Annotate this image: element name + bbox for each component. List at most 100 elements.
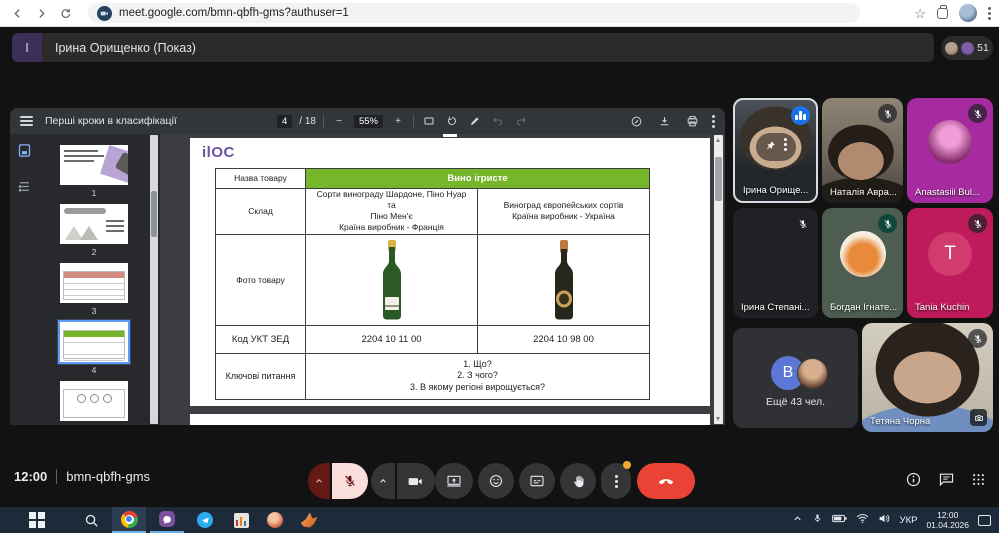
action-center-icon[interactable] <box>978 515 991 526</box>
taskbar-app-fox[interactable] <box>292 507 326 533</box>
pdf-scrollbar[interactable] <box>714 135 723 424</box>
round-app-icon <box>267 512 283 528</box>
undo-icon[interactable] <box>490 113 506 129</box>
start-button[interactable] <box>20 507 54 533</box>
draw-icon[interactable] <box>628 113 644 129</box>
camera-split-button[interactable] <box>371 463 435 499</box>
pdf-thumbnail-1[interactable] <box>60 145 128 185</box>
overflow-participants-tile[interactable]: B Ещё 43 чел. <box>733 328 858 428</box>
table-label: Фото товару <box>216 235 306 325</box>
activities-grid-icon[interactable] <box>968 469 988 489</box>
outline-view-icon[interactable] <box>17 179 32 199</box>
rotate-icon[interactable] <box>444 113 460 129</box>
raise-hand-button[interactable] <box>560 463 596 499</box>
more-options-button[interactable] <box>601 463 631 499</box>
camera-options-chevron[interactable] <box>371 463 395 499</box>
tray-battery-icon[interactable] <box>832 511 847 529</box>
pdf-page-controls: 4 / 18 − 55% + <box>277 108 529 134</box>
browser-profile-avatar[interactable] <box>959 4 977 22</box>
tray-wifi-icon[interactable] <box>856 511 869 529</box>
taskbar-search[interactable] <box>74 507 108 533</box>
pdf-menu-icon[interactable] <box>20 116 33 126</box>
camera-toggle-button[interactable] <box>397 463 435 499</box>
end-call-button[interactable] <box>637 463 695 499</box>
mic-split-button[interactable] <box>308 463 368 499</box>
address-bar[interactable]: meet.google.com/bmn-qbfh-gms?authuser=1 <box>88 3 860 23</box>
participant-tile[interactable]: Наталія Авра... <box>822 98 903 203</box>
mic-options-chevron[interactable] <box>308 463 330 499</box>
forward-icon[interactable] <box>32 4 50 22</box>
page-number-input[interactable]: 4 <box>277 115 292 128</box>
taskbar-clock[interactable]: 12:00 01.04.2026 <box>926 510 969 530</box>
reactions-button[interactable] <box>478 463 514 499</box>
taskbar-chrome[interactable] <box>112 507 146 533</box>
meeting-time: 12:00 <box>14 469 47 484</box>
presenter-name: Ірина Орищенко (Показ) <box>55 41 196 55</box>
browser-menu-icon[interactable] <box>988 7 991 20</box>
meeting-details-icon[interactable] <box>903 469 923 489</box>
viber-icon <box>159 511 175 527</box>
reload-icon[interactable] <box>56 4 74 22</box>
chat-icon[interactable] <box>936 469 956 489</box>
sidebar-scrollbar[interactable] <box>150 135 158 424</box>
participant-tile[interactable]: Богдан Ігнате... <box>822 208 903 318</box>
presentation-slide: ilOC Назва товару Вино ігристе Склад Сор… <box>190 138 710 406</box>
browser-actions: ☆ <box>914 4 991 22</box>
ukt-zed-code: 2204 10 11 00 <box>306 326 478 353</box>
thumbnails-view-icon[interactable] <box>17 143 32 163</box>
table-label: Назва товару <box>216 169 306 188</box>
participants-count-button[interactable]: 51 <box>941 36 993 60</box>
print-icon[interactable] <box>684 113 700 129</box>
pdf-page-view: ilOC Назва товару Вино ігристе Склад Сор… <box>160 134 725 425</box>
zoom-level[interactable]: 55% <box>354 115 383 128</box>
key-questions: 1. Що? 2. З чого? 3. В якому регіоні вир… <box>306 354 649 400</box>
pdf-thumbnail-3[interactable] <box>60 263 128 303</box>
taskbar-viber[interactable] <box>150 507 184 533</box>
participant-tile[interactable]: Anastasiii Bul... <box>907 98 993 203</box>
pdf-thumbnail-2[interactable] <box>60 204 128 244</box>
participant-tile[interactable]: Ірина Орище... <box>733 98 818 203</box>
zoom-out-button[interactable]: − <box>331 113 347 129</box>
mic-toggle-button-muted[interactable] <box>332 463 368 499</box>
extensions-icon[interactable] <box>937 8 948 19</box>
annotate-pen-icon[interactable] <box>467 113 483 129</box>
fit-page-icon[interactable] <box>421 113 437 129</box>
zoom-in-button[interactable]: + <box>390 113 406 129</box>
tab-camera-indicator-icon <box>97 6 112 21</box>
tray-chevron-icon[interactable] <box>792 511 803 529</box>
tile-more-button[interactable] <box>784 138 787 156</box>
url-text: meet.google.com/bmn-qbfh-gms?authuser=1 <box>119 7 349 19</box>
captions-button[interactable] <box>519 463 555 499</box>
download-icon[interactable] <box>656 113 672 129</box>
tray-volume-icon[interactable] <box>878 511 891 529</box>
participant-tile[interactable]: Ірина Степані... <box>733 208 818 318</box>
tray-mic-icon[interactable] <box>812 511 823 529</box>
mic-off-icon <box>968 104 987 123</box>
pdf-thumbnail-4-selected[interactable] <box>60 322 128 362</box>
chrome-icon <box>121 511 138 528</box>
camera-switch-icon[interactable] <box>970 409 987 426</box>
back-icon[interactable] <box>8 4 26 22</box>
taskbar-telegram[interactable] <box>188 507 222 533</box>
clock-date: 01.04.2026 <box>926 520 969 530</box>
pin-participant-button[interactable] <box>765 138 776 156</box>
ukt-zed-code: 2204 10 98 00 <box>478 326 649 353</box>
redo-icon[interactable] <box>513 113 529 129</box>
bookmark-star-icon[interactable]: ☆ <box>914 7 926 20</box>
participant-tile[interactable]: Тетяна Чорна <box>862 323 993 432</box>
pdf-more-icon[interactable] <box>712 115 715 128</box>
table-label: Код УКТ ЗЕД <box>216 326 306 353</box>
mic-off-icon <box>878 214 897 233</box>
taskbar-app-bars[interactable] <box>224 507 258 533</box>
meeting-code: bmn-qbfh-gms <box>66 469 150 484</box>
participant-name: Наталія Авра... <box>830 187 897 198</box>
taskbar-app-round[interactable] <box>258 507 292 533</box>
thumbnail-number: 4 <box>46 365 142 375</box>
bottle-photo-ukraine <box>478 235 649 325</box>
language-indicator[interactable]: УКР <box>900 515 918 526</box>
pdf-toolbar-right <box>628 113 715 129</box>
thumbnail-number: 1 <box>46 188 142 198</box>
pdf-thumbnail-5[interactable] <box>60 381 128 421</box>
participant-tile[interactable]: T Tania Kuchin <box>907 208 993 318</box>
present-screen-button[interactable] <box>435 463 473 499</box>
